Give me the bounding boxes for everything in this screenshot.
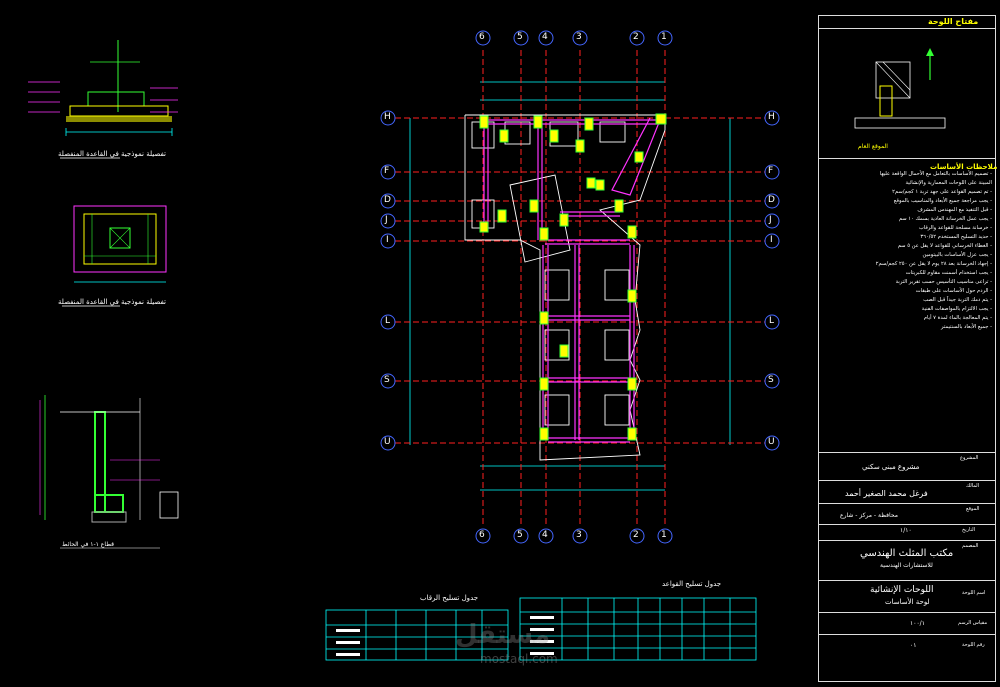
scale-value: ١٠٠/١ [910, 620, 925, 627]
note-line: - يجب عزل الأساسات بالبيتومين [922, 252, 993, 258]
axis-label-right-I: I [770, 235, 773, 245]
axis-label-right-F: F [768, 166, 774, 176]
axis-label-left-S: S [384, 375, 390, 385]
axis-label-top-3: 3 [576, 32, 582, 42]
detail-2-caption: تفصيلة نموذجية في القاعدة المنفصلة [58, 298, 166, 306]
sheet-label: رقم اللوحة [962, 642, 985, 648]
drawing-sub: لوحة الأساسات [885, 598, 930, 606]
note-line: - يجب الالتزام بالمواصفات الفنية [921, 306, 992, 312]
owner-value: فرغل محمد الصغير أحمد [845, 489, 928, 498]
detail-1-caption: تفصيلة نموذجية في القاعدة المنفصلة [58, 150, 166, 158]
title-block-frame [818, 15, 996, 682]
owner-label: المالك [966, 483, 980, 489]
title-block-divider [818, 452, 996, 453]
axis-label-top-4: 4 [542, 32, 548, 42]
axis-label-right-J: J [769, 215, 772, 225]
axis-label-top-6: 6 [479, 32, 485, 42]
note-line: - يتم المعالجة بالماء لمدة ٧ أيام [923, 315, 992, 321]
date-label: التاريخ [962, 527, 975, 533]
axis-label-left-H: H [384, 112, 391, 122]
axis-label-bottom-6: 6 [479, 530, 485, 540]
note-line: - خرسانة مسلحة للقواعد والرقاب [918, 225, 992, 231]
axis-label-left-F: F [384, 166, 390, 176]
note-line: - تم تصميم القواعد على جهد تربة ١ كجم/سم… [892, 189, 992, 195]
axis-label-right-S: S [768, 375, 774, 385]
title-block-divider [818, 158, 996, 159]
axis-label-left-D: D [384, 195, 391, 205]
axis-label-bottom-1: 1 [661, 530, 667, 540]
key-caption: الموقع العام [858, 143, 888, 150]
title-block-divider [818, 580, 996, 581]
project-value: مشروع مبنى سكني [862, 463, 920, 471]
title-block-divider [818, 28, 996, 29]
office-label: المصمم [962, 543, 979, 549]
project-label: المشروع [960, 455, 979, 461]
title-block-divider [818, 540, 996, 541]
location-label: الموقع [966, 506, 980, 512]
drawing-label: اسم اللوحة [962, 590, 986, 596]
note-line: - تصميم الأساسات بالتعامل مع الأحمال الو… [879, 171, 992, 177]
detail-3-caption: قطاع ١-١ في الحائط [62, 541, 114, 548]
axis-label-right-L: L [769, 316, 775, 326]
note-line: - الغطاء الخرساني للقواعد لا يقل عن ٥ سم [897, 243, 992, 249]
scale-label: مقياس الرسم [958, 620, 988, 626]
note-line: - تراعى مناسيب التأسيس حسب تقرير التربة [895, 279, 992, 285]
note-line: - إجهاد الخرسانة بعد ٢٨ يوم لا يقل عن ٢٥… [875, 261, 992, 267]
title-block-divider [818, 503, 996, 504]
watermark-logo: مستقل [455, 620, 551, 650]
axis-label-right-D: D [768, 195, 775, 205]
axis-label-right-U: U [768, 437, 775, 447]
axis-label-left-L: L [385, 316, 391, 326]
axis-label-left-U: U [384, 437, 391, 447]
axis-label-bottom-5: 5 [517, 530, 523, 540]
drawing-value: اللوحات الإنشائية [870, 585, 934, 595]
key-title: مفتاح اللوحة [928, 17, 979, 26]
axis-label-top-1: 1 [661, 32, 667, 42]
title-block-divider [818, 612, 996, 613]
note-line: المبينة على اللوحات المعمارية والإنشائية [905, 180, 992, 186]
note-line: - يتم دمك التربة جيداً قبل الصب [923, 297, 992, 303]
axis-label-right-H: H [768, 112, 775, 122]
title-block-divider [818, 480, 996, 481]
sheet-value: ٠١ [910, 642, 917, 649]
location-value: محافظة - مركز - شارع [840, 512, 898, 519]
note-line: - يجب مراجعة جميع الأبعاد والمناسيب بالم… [893, 198, 992, 204]
axis-label-bottom-3: 3 [576, 530, 582, 540]
office-sub: للاستشارات الهندسية [880, 562, 933, 569]
note-line: - جميع الأبعاد بالسنتيمتر [941, 324, 992, 330]
neck-table-title: جدول تسليح الرقاب [420, 594, 479, 602]
axis-label-top-5: 5 [517, 32, 523, 42]
axis-label-bottom-2: 2 [633, 530, 639, 540]
axis-label-bottom-4: 4 [542, 530, 548, 540]
watermark-url: mostaql.com [480, 652, 558, 666]
date-value: ١/١٠ [900, 527, 912, 534]
footing-table-title: جدول تسليح القواعد [662, 580, 722, 588]
foundation-notes: - تصميم الأساسات بالتعامل مع الأحمال الو… [822, 170, 992, 332]
axis-label-left-J: J [385, 215, 388, 225]
office-value: مكتب المثلث الهندسي [860, 548, 954, 559]
title-block-divider [818, 634, 996, 635]
note-line: - يجب عمل الخرسانة العادية بسمك ١٠ سم [898, 216, 992, 222]
note-line: - الردم حول الأساسات على طبقات [915, 288, 992, 294]
note-line: - قبل التنفيذ مع المهندس المشرف [917, 207, 992, 213]
title-block-divider [818, 524, 996, 525]
note-line: - حديد التسليح المستخدم ٣٦٠/٥٢ [920, 234, 992, 240]
axis-label-top-2: 2 [633, 32, 639, 42]
axis-label-left-I: I [386, 235, 389, 245]
note-line: - يجب استخدام أسمنت مقاوم للكبريتات [905, 270, 992, 276]
